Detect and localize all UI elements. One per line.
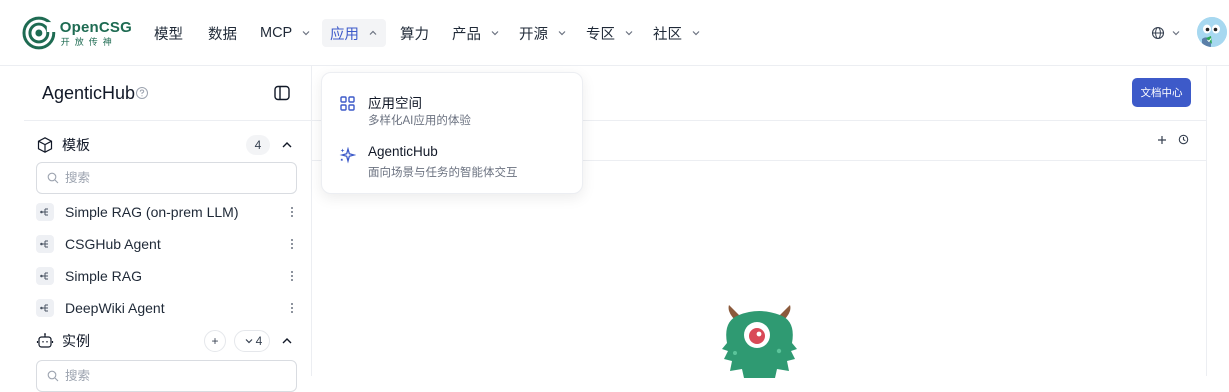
history-icon[interactable] xyxy=(1178,134,1189,145)
template-item[interactable]: Simple RAG (on-prem LLM) xyxy=(36,199,300,225)
workflow-icon xyxy=(36,299,54,317)
templates-section-header[interactable]: 模板 4 xyxy=(36,133,300,157)
nav-item-models[interactable]: 模型 xyxy=(146,19,191,47)
chevron-down-icon[interactable] xyxy=(1171,28,1181,38)
plus-icon[interactable] xyxy=(1157,135,1167,145)
nav-item-compute[interactable]: 算力 xyxy=(392,19,437,47)
more-vertical-icon[interactable] xyxy=(284,268,300,284)
brand-name: OpenCSG xyxy=(59,18,132,36)
templates-count-badge: 4 xyxy=(246,135,270,155)
chevron-down-icon xyxy=(491,31,499,36)
instances-section-header[interactable]: 实例 + 4 xyxy=(36,329,300,353)
template-item[interactable]: DeepWiki Agent xyxy=(36,295,300,321)
instances-count: 4 xyxy=(255,334,263,348)
grid-icon xyxy=(340,96,355,111)
chevron-down-icon xyxy=(692,31,700,36)
dropdown-item-title: 应用空间 xyxy=(368,96,422,111)
more-vertical-icon[interactable] xyxy=(284,204,300,220)
nav-item-datasets[interactable]: 数据 xyxy=(200,19,245,47)
workflow-icon xyxy=(36,267,54,285)
help-circle-icon[interactable] xyxy=(135,86,149,100)
instances-search[interactable] xyxy=(36,360,297,392)
right-border xyxy=(1206,66,1207,376)
dropdown-item-app-spaces[interactable]: 应用空间 多样化AI应用的体验 xyxy=(338,92,568,134)
nav-label: 社区 xyxy=(653,26,682,43)
nav-label: 开源 xyxy=(519,26,548,43)
top-navbar: OpenCSG 开放传神 模型 数据 MCP 应用 算力 产品 开源 专区 社区 xyxy=(0,0,1229,66)
sidebar-toggle-icon[interactable] xyxy=(273,84,291,102)
add-instance-button[interactable]: + xyxy=(204,330,226,352)
apps-dropdown-menu: 应用空间 多样化AI应用的体验 AgenticHub 面向场景与任务的智能体交互 xyxy=(321,72,583,194)
dropdown-item-desc: 多样化AI应用的体验 xyxy=(368,115,471,127)
opencsg-logo-icon xyxy=(22,16,56,50)
template-name: DeepWiki Agent xyxy=(65,300,165,316)
templates-search[interactable] xyxy=(36,162,297,194)
sidebar-title: AgenticHub xyxy=(42,83,136,103)
instances-count-toggle[interactable]: 4 xyxy=(234,330,270,352)
user-avatar[interactable] xyxy=(1197,17,1227,47)
nav-item-zones[interactable]: 专区 xyxy=(578,19,642,47)
nav-item-mcp[interactable]: MCP xyxy=(252,19,319,47)
nav-label: MCP xyxy=(260,25,293,41)
template-name: Simple RAG (on-prem LLM) xyxy=(65,204,239,220)
templates-search-input[interactable] xyxy=(65,171,265,185)
chevron-down-icon xyxy=(245,339,253,344)
chevron-down-icon xyxy=(625,31,633,36)
template-name: CSGHub Agent xyxy=(65,236,161,252)
workflow-icon xyxy=(36,203,54,221)
agentichub-sidebar: AgenticHub 模板 4 Simple RAG (on-prem LLM)… xyxy=(24,66,312,392)
template-name: Simple RAG xyxy=(65,268,143,284)
dropdown-item-desc: 面向场景与任务的智能体交互 xyxy=(368,167,518,179)
chevron-up-icon xyxy=(369,30,377,35)
templates-label: 模板 xyxy=(62,137,90,153)
avatar-image xyxy=(1197,17,1227,47)
more-vertical-icon[interactable] xyxy=(284,300,300,316)
nav-item-products[interactable]: 产品 xyxy=(444,19,508,47)
nav-label: 算力 xyxy=(400,26,429,43)
dropdown-item-agentichub[interactable]: AgenticHub 面向场景与任务的智能体交互 xyxy=(338,144,568,186)
docs-center-button[interactable]: 文档中心 xyxy=(1132,78,1191,107)
brand-logo[interactable]: OpenCSG 开放传神 xyxy=(22,14,132,52)
nav-label: 数据 xyxy=(208,26,237,43)
search-icon xyxy=(47,370,59,382)
sparkle-icon xyxy=(339,147,356,164)
nav-item-apps[interactable]: 应用 xyxy=(322,19,386,47)
chevron-down-icon xyxy=(302,31,310,36)
sidebar-divider xyxy=(24,120,312,121)
brand-tagline: 开放传神 xyxy=(60,36,117,47)
mascot-illustration xyxy=(722,305,797,378)
nav-item-community[interactable]: 社区 xyxy=(645,19,709,47)
workflow-icon xyxy=(36,235,54,253)
globe-icon[interactable] xyxy=(1151,26,1165,40)
instances-label: 实例 xyxy=(62,333,90,349)
dropdown-item-title: AgenticHub xyxy=(368,144,438,159)
template-item[interactable]: Simple RAG xyxy=(36,263,300,289)
instances-search-input[interactable] xyxy=(65,369,265,383)
nav-label: 产品 xyxy=(452,26,481,43)
nav-label: 应用 xyxy=(330,26,359,43)
search-icon xyxy=(47,172,59,184)
chevron-down-icon xyxy=(558,31,566,36)
template-item[interactable]: CSGHub Agent xyxy=(36,231,300,257)
robot-icon xyxy=(36,333,54,348)
nav-label: 模型 xyxy=(154,26,183,43)
chevron-up-icon[interactable] xyxy=(281,139,293,151)
nav-label: 专区 xyxy=(586,26,615,43)
more-vertical-icon[interactable] xyxy=(284,236,300,252)
nav-item-opensource[interactable]: 开源 xyxy=(511,19,575,47)
chevron-up-icon[interactable] xyxy=(281,335,293,347)
cube-icon xyxy=(37,137,53,153)
